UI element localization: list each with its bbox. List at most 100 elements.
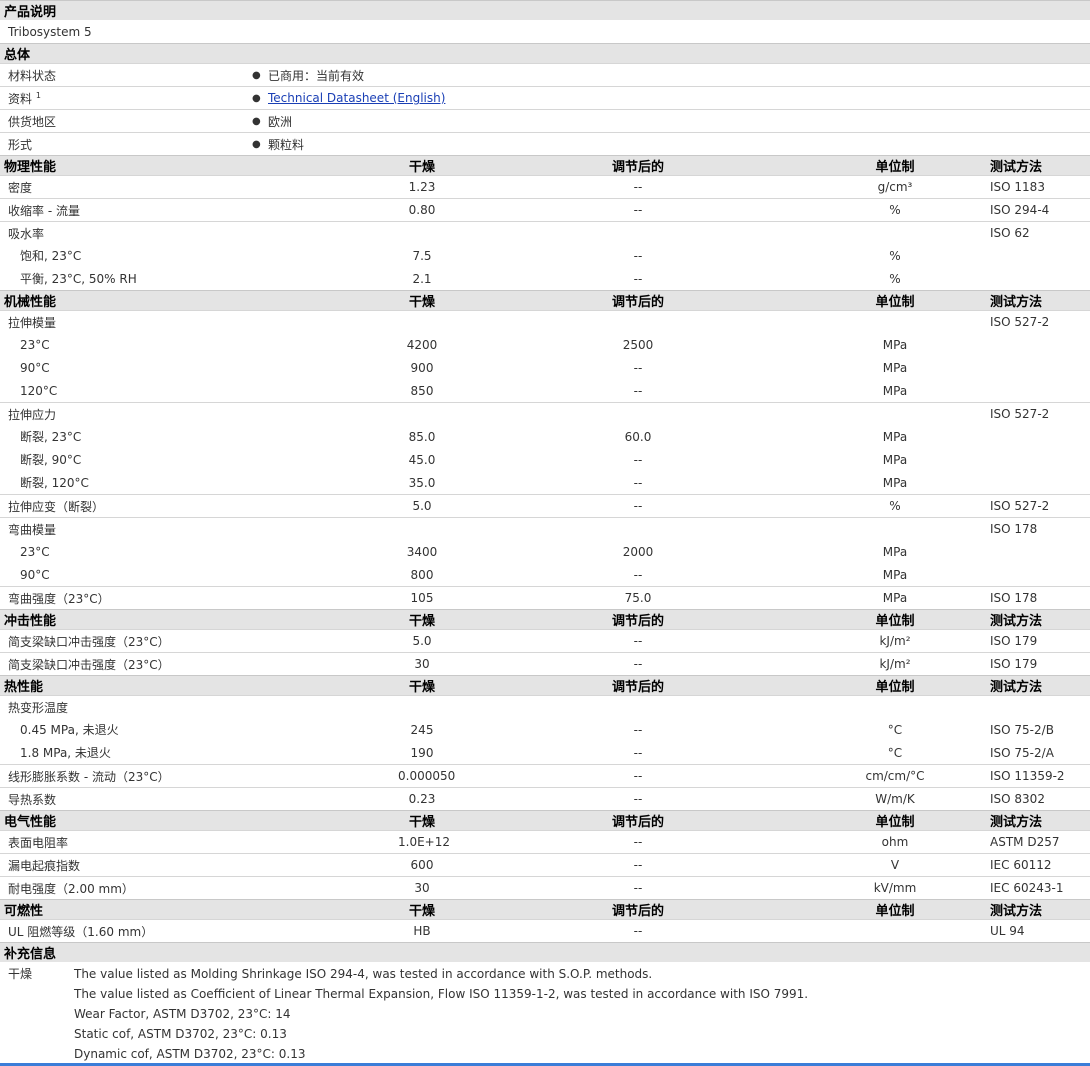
property-test-method: ISO 527-2 bbox=[990, 499, 1050, 513]
property-conditioned-value: 2500 bbox=[622, 337, 654, 352]
property-unit: % bbox=[889, 271, 901, 286]
section-title: 冲击性能 bbox=[4, 614, 57, 629]
property-unit: °C bbox=[887, 722, 903, 737]
property-label: 表面电阻率 bbox=[8, 835, 69, 850]
property-label: 90°C bbox=[20, 360, 50, 375]
property-label: 断裂, 90°C bbox=[20, 453, 82, 467]
property-label: 断裂, 120°C bbox=[20, 476, 89, 490]
property-test-method: IEC 60112 bbox=[990, 858, 1052, 872]
property-row: 拉伸应力 ISO 527-2 bbox=[0, 402, 1090, 425]
property-dry-value: 85.0 bbox=[408, 429, 436, 444]
property-label: 拉伸模量 bbox=[8, 315, 57, 330]
property-unit: MPa bbox=[882, 567, 908, 582]
section-header-thermal: 热性能 干燥 调节后的 单位制 测试方法 bbox=[0, 675, 1090, 695]
datasheet-link[interactable]: Technical Datasheet (English) bbox=[268, 91, 445, 105]
supplement-note: Static cof, ASTM D3702, 23°C: 0.13 bbox=[74, 1027, 287, 1041]
column-method: 测试方法 bbox=[990, 815, 1043, 830]
property-test-method: ISO 8302 bbox=[990, 792, 1045, 806]
section-header-electrical: 电气性能 干燥 调节后的 单位制 测试方法 bbox=[0, 810, 1090, 830]
property-label: 线形膨胀系数 - 流动（23°C） bbox=[8, 769, 170, 784]
property-test-method: ISO 294-4 bbox=[990, 203, 1050, 217]
property-conditioned-value: -- bbox=[633, 858, 643, 872]
property-row: 简支梁缺口冲击强度（23°C） 30 -- kJ/m² ISO 179 bbox=[0, 652, 1090, 675]
property-unit: kJ/m² bbox=[879, 634, 911, 648]
column-method: 测试方法 bbox=[990, 904, 1043, 919]
property-test-method: ISO 11359-2 bbox=[990, 769, 1065, 783]
property-row: 简支梁缺口冲击强度（23°C） 5.0 -- kJ/m² ISO 179 bbox=[0, 629, 1090, 652]
column-dry: 干燥 bbox=[408, 160, 435, 175]
property-test-method: IEC 60243-1 bbox=[990, 881, 1064, 895]
property-conditioned-value: -- bbox=[633, 271, 643, 286]
property-row: 弯曲模量 ISO 178 bbox=[0, 517, 1090, 540]
supplement-note: The value listed as Molding Shrinkage IS… bbox=[74, 967, 653, 981]
property-test-method: ISO 75-2/A bbox=[990, 745, 1054, 760]
supplement-note: Wear Factor, ASTM D3702, 23°C: 14 bbox=[74, 1007, 291, 1021]
property-conditioned-value: -- bbox=[633, 360, 643, 375]
property-dry-value: 105 bbox=[410, 591, 434, 605]
general-value: 颗粒料 bbox=[268, 137, 305, 152]
property-conditioned-value: 2000 bbox=[622, 544, 654, 559]
property-row: 饱和, 23°C 7.5 --% bbox=[0, 244, 1090, 267]
property-conditioned-value: 75.0 bbox=[624, 591, 652, 605]
property-test-method: ISO 75-2/B bbox=[990, 722, 1054, 737]
column-conditioned: 调节后的 bbox=[611, 680, 664, 695]
property-dry-value: 800 bbox=[410, 567, 434, 582]
supplement-block: 干燥 The value listed as Molding Shrinkage… bbox=[0, 962, 1090, 1064]
property-label: 90°C bbox=[20, 567, 50, 582]
column-dry: 干燥 bbox=[408, 614, 435, 629]
general-row: 材料状态 ● 已商用：当前有效 bbox=[0, 63, 1090, 86]
property-row: 导热系数 0.23 -- W/m/K ISO 8302 bbox=[0, 787, 1090, 810]
section-header-general: 总体 bbox=[0, 43, 1090, 63]
property-label: 吸水率 bbox=[8, 226, 45, 241]
section-title: 电气性能 bbox=[4, 815, 57, 830]
property-label: 漏电起痕指数 bbox=[8, 858, 81, 873]
property-conditioned-value: 60.0 bbox=[624, 429, 652, 444]
property-row: 断裂, 23°C 85.0 60.0 MPa bbox=[0, 425, 1090, 448]
property-test-method: ISO 527-2 bbox=[990, 315, 1050, 329]
property-test-method: ISO 527-2 bbox=[990, 407, 1050, 421]
bullet-icon: ● bbox=[252, 115, 261, 127]
property-test-method: ISO 179 bbox=[990, 657, 1038, 671]
property-dry-value: 45.0 bbox=[408, 452, 436, 467]
column-method: 测试方法 bbox=[990, 295, 1043, 310]
section-title: 可燃性 bbox=[4, 904, 44, 919]
property-row: 平衡, 23°C, 50% RH 2.1 --% bbox=[0, 267, 1090, 290]
property-test-method: UL 94 bbox=[990, 924, 1025, 938]
property-dry-value: 0.000050 bbox=[398, 769, 456, 783]
section-header-mechanical: 机械性能 干燥 调节后的 单位制 测试方法 bbox=[0, 290, 1090, 310]
property-label: 断裂, 23°C bbox=[20, 430, 82, 444]
column-conditioned: 调节后的 bbox=[611, 295, 664, 310]
section-header-supplement: 补充信息 bbox=[0, 942, 1090, 962]
property-tables: 物理性能 干燥 调节后的 单位制 测试方法 密度 1.23 -- g/cm³ ISO 1183 收缩… bbox=[0, 155, 1090, 942]
property-label: 120°C bbox=[20, 383, 58, 398]
property-unit: kJ/m² bbox=[879, 657, 911, 671]
property-row: 23°C 4200 2500 MPa bbox=[0, 333, 1090, 356]
property-conditioned-value: -- bbox=[633, 567, 643, 582]
property-dry-value: 850 bbox=[410, 383, 434, 398]
property-unit: °C bbox=[887, 745, 903, 760]
property-unit: MPa bbox=[882, 360, 908, 375]
property-label: 饱和, 23°C bbox=[20, 249, 82, 263]
supplement-note: Dynamic cof, ASTM D3702, 23°C: 0.13 bbox=[74, 1047, 306, 1061]
property-label: 收缩率 - 流量 bbox=[8, 203, 80, 218]
property-row: 1.8 MPa, 未退火 190 -- °C ISO 75-2/A bbox=[0, 741, 1090, 764]
column-unit: 单位制 bbox=[875, 614, 915, 629]
bullet-icon: ● bbox=[252, 138, 261, 150]
general-value: 欧洲 bbox=[268, 114, 293, 129]
property-unit: cm/cm/°C bbox=[865, 769, 925, 783]
property-label: 耐电强度（2.00 mm） bbox=[8, 881, 134, 896]
section-header-flammability: 可燃性 干燥 调节后的 单位制 测试方法 bbox=[0, 899, 1090, 919]
property-dry-value: HB bbox=[413, 924, 431, 938]
property-row: 吸水率 ISO 62 bbox=[0, 221, 1090, 244]
general-label: 形式 bbox=[8, 137, 33, 152]
property-conditioned-value: -- bbox=[633, 745, 643, 760]
property-conditioned-value: -- bbox=[633, 203, 643, 217]
column-method: 测试方法 bbox=[990, 614, 1043, 629]
property-test-method: ISO 178 bbox=[990, 591, 1038, 605]
general-row: 供货地区 ● 欧洲 bbox=[0, 109, 1090, 132]
property-dry-value: 900 bbox=[410, 360, 434, 375]
product-name-row: Tribosystem 5 bbox=[0, 20, 1090, 43]
property-conditioned-value: -- bbox=[633, 180, 643, 194]
property-test-method: ISO 62 bbox=[990, 226, 1030, 240]
property-dry-value: 35.0 bbox=[408, 475, 436, 490]
